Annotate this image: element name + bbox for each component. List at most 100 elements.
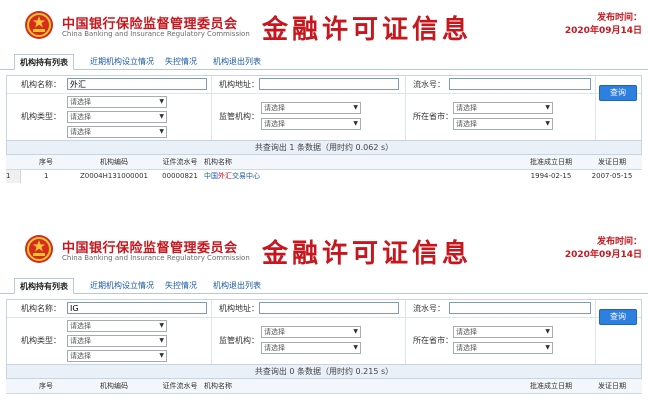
chevron-down-icon: ▼ — [159, 98, 164, 105]
publish-label: 发布时间： — [596, 237, 642, 247]
search-form: 机构名称： 机构地址： 流水号： 机构类型： 请选择 ▼ 请选择 ▼ 请选择 ▼ 监管… — [6, 75, 642, 141]
form-col-divider — [595, 76, 596, 140]
query-button[interactable]: 查询 — [599, 85, 637, 101]
regulator-label: 监管机构： — [219, 336, 259, 345]
org-address-label: 机构地址： — [219, 304, 259, 313]
serial-number-input[interactable] — [449, 302, 591, 314]
cell-serial: 00000821 — [162, 172, 198, 181]
org-type-select-1[interactable]: 请选择 ▼ — [67, 320, 167, 332]
chevron-down-icon: ▼ — [545, 104, 550, 111]
select-value: 请选择 — [264, 104, 285, 112]
tab-recent-establishment[interactable]: 近期机构设立情况 — [85, 278, 159, 294]
org-name-label: 机构名称： — [21, 80, 61, 89]
cell-established: 1994-02-15 — [530, 172, 572, 181]
org-name-input[interactable] — [67, 78, 207, 90]
col-header-name: 机构名称 — [204, 155, 414, 170]
chevron-down-icon: ▼ — [353, 344, 358, 351]
chevron-down-icon: ▼ — [159, 337, 164, 344]
serial-number-label: 流水号： — [413, 80, 445, 89]
tab-exit-list[interactable]: 机构退出列表 — [208, 54, 266, 70]
cell-issued: 2007-05-15 — [591, 172, 633, 181]
org-name-label: 机构名称： — [21, 304, 61, 313]
regulator-select-1[interactable]: 请选择 ▼ — [261, 102, 361, 114]
tab-exit-list[interactable]: 机构退出列表 — [208, 278, 266, 294]
tab-bar: 机构持有列表 近期机构设立情况 失控情况 机构退出列表 — [0, 48, 648, 70]
org-address-input[interactable] — [259, 302, 399, 314]
form-col-divider — [405, 76, 406, 140]
col-header-issued: 发证日期 — [582, 379, 642, 394]
org-type-select-2[interactable]: 请选择 ▼ — [67, 335, 167, 347]
province-select-1[interactable]: 请选择 ▼ — [453, 326, 553, 338]
select-value: 请选择 — [70, 113, 91, 121]
select-value: 请选择 — [264, 328, 285, 336]
tab-holding-list[interactable]: 机构持有列表 — [14, 278, 74, 294]
chevron-down-icon: ▼ — [353, 120, 358, 127]
table-header-row: 序号 机构编码 证件流水号 机构名称 批准成立日期 发证日期 — [6, 155, 642, 170]
org-address-input[interactable] — [259, 78, 399, 90]
select-value: 请选择 — [456, 104, 477, 112]
form-col-divider — [211, 300, 212, 364]
org-type-select-3[interactable]: 请选择 ▼ — [67, 126, 167, 138]
tab-holding-list[interactable]: 机构持有列表 — [14, 54, 74, 70]
tab-recent-establishment[interactable]: 近期机构设立情况 — [85, 54, 159, 70]
select-value: 请选择 — [70, 322, 91, 330]
name-suffix: 交易中心 — [232, 172, 260, 181]
regulator-label: 监管机构： — [219, 112, 259, 121]
org-type-select-3[interactable]: 请选择 ▼ — [67, 350, 167, 362]
cell-no: 1 — [44, 172, 49, 181]
tab-out-of-control[interactable]: 失控情况 — [160, 278, 202, 294]
regulator-select-1[interactable]: 请选择 ▼ — [261, 326, 361, 338]
col-header-code: 机构编码 — [72, 379, 156, 394]
table-row[interactable]: 1 1 Z0004H131000001 00000821 中国外汇交易中心 19… — [6, 169, 642, 183]
chevron-down-icon: ▼ — [545, 120, 550, 127]
select-value: 请选择 — [264, 344, 285, 352]
name-prefix: 中国 — [204, 172, 218, 181]
cell-spacer — [414, 169, 520, 183]
row-index-cell: 1 — [6, 169, 21, 183]
tab-out-of-control[interactable]: 失控情况 — [160, 54, 202, 70]
table-body: 1 1 Z0004H131000001 00000821 中国外汇交易中心 19… — [6, 169, 642, 183]
page-title: 金融许可证信息 — [262, 239, 473, 269]
publish-date: 2020年09月14日 — [564, 250, 642, 260]
row-index-header — [6, 379, 20, 394]
publish-date: 2020年09月14日 — [564, 26, 642, 36]
regulator-select-2[interactable]: 请选择 ▼ — [261, 342, 361, 354]
result-summary: 共查询出 1 条数据（用时约 0.062 s） — [6, 141, 642, 155]
screenshot-canvas: 中国银行保险监督管理委员会 China Banking and Insuranc… — [0, 0, 648, 412]
site-header: 中国银行保险监督管理委员会 China Banking and Insuranc… — [0, 0, 648, 48]
province-label: 所在省市： — [413, 112, 453, 121]
serial-number-input[interactable] — [449, 78, 591, 90]
org-type-label: 机构类型： — [21, 112, 61, 121]
org-name-link[interactable]: 中国外汇交易中心 — [204, 172, 260, 180]
publish-label: 发布时间： — [596, 13, 642, 23]
form-col-divider — [211, 76, 212, 140]
select-value: 请选择 — [70, 352, 91, 360]
form-col-divider — [405, 300, 406, 364]
col-header-spacer — [414, 379, 520, 394]
org-name-en: China Banking and Insurance Regulatory C… — [62, 30, 250, 38]
province-select-1[interactable]: 请选择 ▼ — [453, 102, 553, 114]
org-type-label: 机构类型： — [21, 336, 61, 345]
regulator-select-2[interactable]: 请选择 ▼ — [261, 118, 361, 130]
query-button[interactable]: 查询 — [599, 309, 637, 325]
col-header-serial: 证件流水号 — [156, 155, 204, 170]
form-row-divider — [7, 93, 641, 94]
org-type-select-2[interactable]: 请选择 ▼ — [67, 111, 167, 123]
org-address-label: 机构地址： — [219, 80, 259, 89]
col-header-no: 序号 — [20, 155, 72, 170]
col-header-issued: 发证日期 — [582, 155, 642, 170]
select-value: 请选择 — [456, 328, 477, 336]
col-header-spacer — [414, 155, 520, 170]
org-name-input[interactable] — [67, 302, 207, 314]
province-label: 所在省市： — [413, 336, 453, 345]
search-form: 机构名称： 机构地址： 流水号： 机构类型： 请选择 ▼ 请选择 ▼ 请选择 ▼ 监管… — [6, 299, 642, 365]
org-name-en: China Banking and Insurance Regulatory C… — [62, 254, 250, 262]
province-select-2[interactable]: 请选择 ▼ — [453, 118, 553, 130]
chevron-down-icon: ▼ — [159, 113, 164, 120]
province-select-2[interactable]: 请选择 ▼ — [453, 342, 553, 354]
national-emblem-icon — [25, 11, 53, 39]
org-type-select-1[interactable]: 请选择 ▼ — [67, 96, 167, 108]
national-emblem-icon — [25, 235, 53, 263]
results-table: 序号 机构编码 证件流水号 机构名称 批准成立日期 发证日期 1 1 Z0004… — [6, 155, 642, 183]
license-query-panel: 中国银行保险监督管理委员会 China Banking and Insuranc… — [0, 0, 648, 208]
